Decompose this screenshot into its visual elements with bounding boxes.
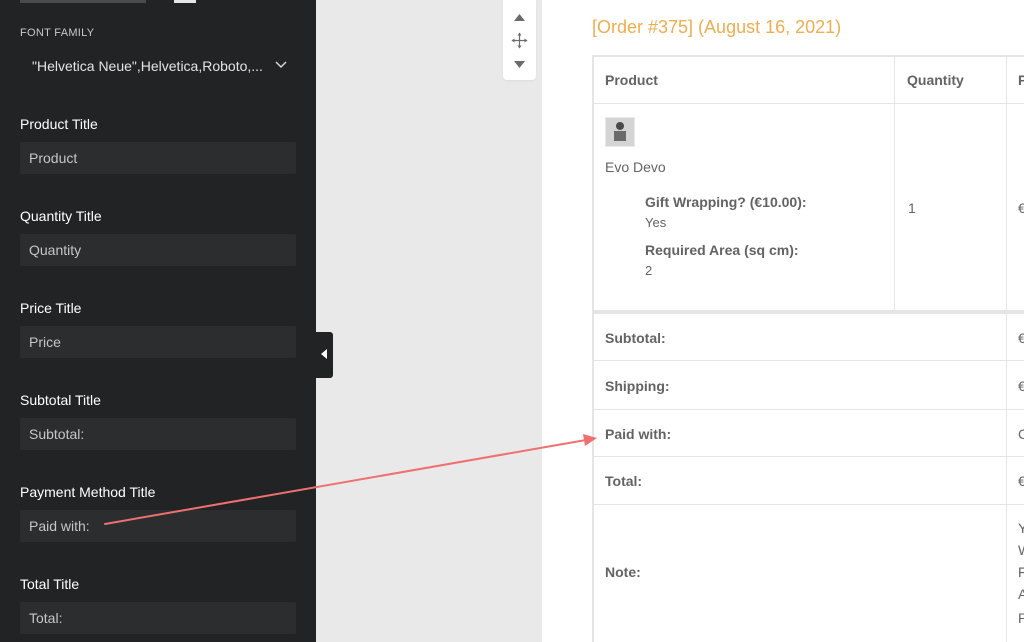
payment-method-value: C: [1018, 426, 1024, 442]
total-title-label: Total Title: [20, 576, 80, 592]
header-product: Product: [605, 72, 658, 88]
payment-method-title-label: Payment Method Title: [20, 484, 156, 500]
subtotal-title-input[interactable]: [20, 418, 296, 450]
note-line: P: [1018, 610, 1024, 626]
note-line: W: [1018, 542, 1024, 558]
table-border-top: [592, 55, 1024, 57]
quantity-title-input[interactable]: [20, 234, 296, 266]
item-meta-value: 2: [645, 263, 653, 278]
subtotal-value: €: [1018, 330, 1024, 346]
column-divider: [894, 57, 895, 310]
drag-move-icon[interactable]: [511, 32, 528, 49]
email-preview: [Order #375] (August 16, 2021) Product Q…: [542, 0, 1024, 642]
payment-method-label: Paid with:: [605, 426, 672, 442]
top-tab-strip[interactable]: [20, 0, 146, 3]
row-divider: [594, 456, 1024, 457]
item-quantity: 1: [908, 200, 916, 216]
settings-sidebar: FONT FAMILY "Helvetica Neue",Helvetica,R…: [0, 0, 316, 642]
price-title-label: Price Title: [20, 300, 82, 316]
block-reorder-control: [503, 0, 536, 80]
header-quantity: Quantity: [907, 72, 964, 88]
total-value: €: [1018, 473, 1024, 489]
item-meta-key: Required Area (sq cm):: [645, 242, 799, 258]
font-family-select[interactable]: "Helvetica Neue",Helvetica,Roboto,...: [20, 52, 296, 80]
note-line: Y: [1018, 520, 1024, 536]
font-family-label: FONT FAMILY: [20, 27, 95, 39]
product-thumbnail: [605, 117, 635, 147]
chevron-down-icon: [275, 61, 287, 69]
collapse-sidebar-button[interactable]: [316, 332, 333, 378]
price-title-input[interactable]: [20, 326, 296, 358]
quantity-title-label: Quantity Title: [20, 208, 102, 224]
shipping-label: Shipping:: [605, 378, 670, 394]
move-down-icon[interactable]: [511, 56, 528, 73]
header-price: P: [1018, 72, 1024, 88]
total-title-input[interactable]: [20, 602, 296, 634]
table-border-left: [592, 55, 594, 642]
subtotal-label: Subtotal:: [605, 330, 666, 346]
caret-left-icon: [321, 349, 327, 359]
top-tab-strip-active[interactable]: [174, 0, 196, 3]
subtotal-title-label: Subtotal Title: [20, 392, 101, 408]
items-totals-divider: [594, 310, 1024, 314]
total-label: Total:: [605, 473, 643, 489]
payment-method-title-input[interactable]: [20, 510, 296, 542]
row-divider: [594, 504, 1024, 505]
note-line: F: [1018, 564, 1024, 580]
product-name: Evo Devo: [605, 159, 666, 175]
font-family-value: "Helvetica Neue",Helvetica,Roboto,...: [32, 58, 263, 74]
header-divider: [594, 103, 1024, 104]
note-line: A: [1018, 586, 1024, 602]
move-up-icon[interactable]: [511, 9, 528, 26]
item-meta-value: Yes: [645, 215, 667, 230]
item-price: €: [1018, 200, 1024, 216]
row-divider: [594, 409, 1024, 410]
column-divider: [1006, 57, 1007, 642]
order-heading: [Order #375] (August 16, 2021): [592, 17, 842, 37]
product-title-input[interactable]: [20, 142, 296, 174]
note-label: Note:: [605, 564, 641, 580]
item-meta-key: Gift Wrapping? (€10.00):: [645, 194, 807, 210]
shipping-value: €: [1018, 378, 1024, 394]
row-divider: [594, 360, 1024, 361]
product-title-label: Product Title: [20, 116, 98, 132]
